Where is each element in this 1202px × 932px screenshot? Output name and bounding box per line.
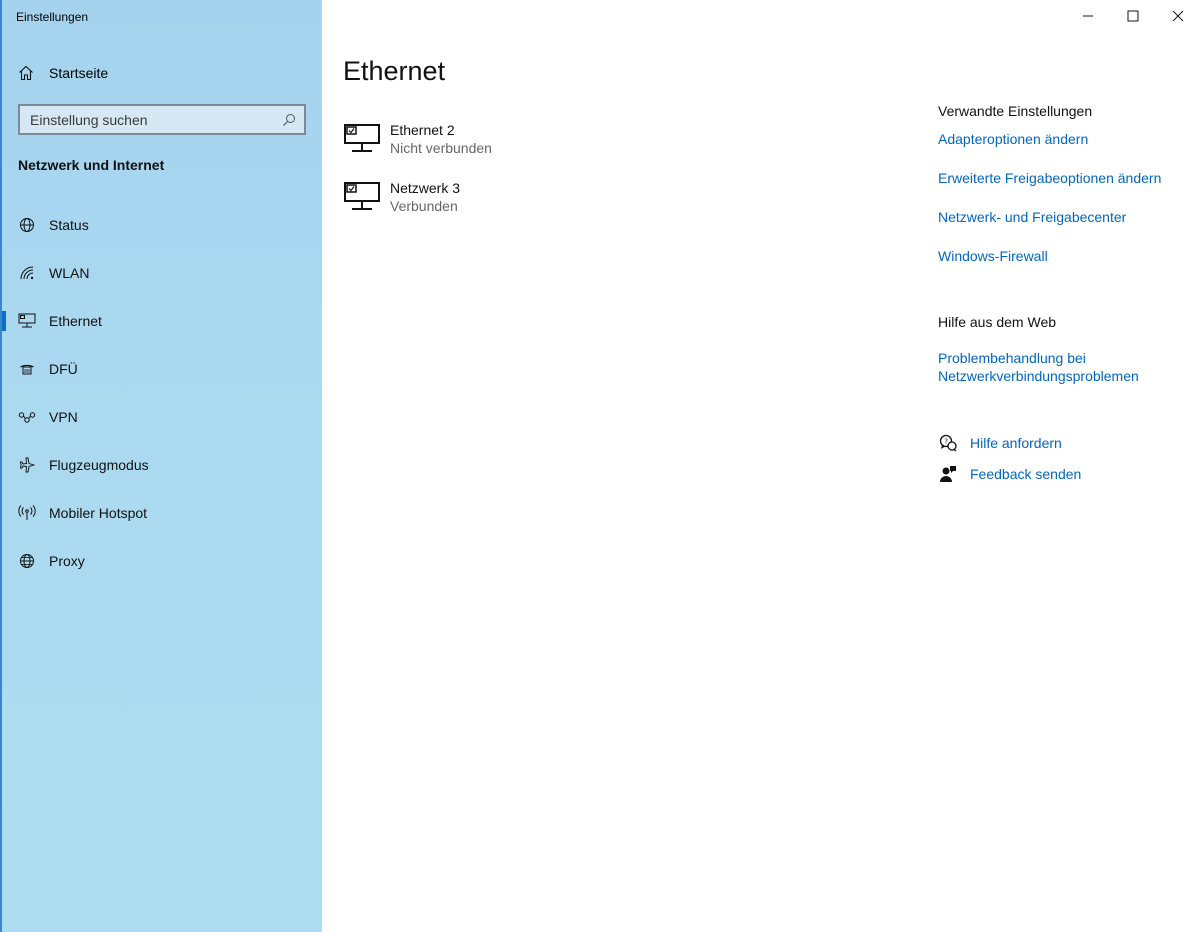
section-title: Netzwerk und Internet — [18, 157, 165, 173]
app-title: Einstellungen — [16, 10, 89, 24]
network-status: Nicht verbunden — [390, 140, 492, 156]
sidebar-item-ethernet[interactable]: Ethernet — [2, 301, 322, 341]
web-help-heading: Hilfe aus dem Web — [938, 314, 1057, 330]
network-item-ethernet-2[interactable]: Ethernet 2 Nicht verbunden — [344, 121, 492, 161]
get-help-label: Hilfe anfordern — [970, 435, 1062, 451]
link-line: Problembehandlung bei — [938, 350, 1086, 366]
network-item-netzwerk-3[interactable]: Netzwerk 3 Verbunden — [344, 179, 460, 219]
chat-help-icon: ? — [938, 433, 958, 453]
ethernet-icon — [18, 312, 36, 330]
sidebar-item-label: Ethernet — [49, 313, 102, 329]
feedback-link[interactable]: Feedback senden — [938, 464, 1081, 484]
network-name: Netzwerk 3 — [390, 180, 461, 196]
search-icon[interactable] — [282, 113, 296, 127]
close-button[interactable] — [1166, 5, 1190, 27]
globe-icon — [18, 552, 36, 570]
maximize-button[interactable] — [1121, 5, 1145, 27]
vpn-icon — [18, 408, 36, 426]
maximize-icon — [1127, 10, 1139, 22]
ethernet-icon — [344, 124, 380, 152]
sidebar-item-status[interactable]: Status — [2, 205, 322, 245]
ethernet-icon — [344, 182, 380, 210]
page-title: Ethernet — [343, 56, 446, 86]
sidebar-item-label: Mobiler Hotspot — [49, 505, 148, 521]
sidebar-item-label: VPN — [49, 409, 78, 425]
search-placeholder: Einstellung suchen — [30, 111, 148, 128]
network-name: Ethernet 2 — [390, 122, 455, 138]
dialup-icon — [18, 360, 36, 378]
link-adapteroptionen[interactable]: Adapteroptionen ändern — [938, 130, 1088, 148]
sidebar-item-label: DFÜ — [49, 361, 78, 377]
wifi-icon — [18, 264, 36, 282]
sidebar-item-label: Proxy — [49, 553, 85, 569]
feedback-icon — [938, 464, 958, 484]
airplane-icon — [18, 456, 36, 474]
minimize-button[interactable] — [1076, 5, 1100, 27]
link-problembehandlung[interactable]: Problembehandlung bei Netzwerkverbindung… — [938, 349, 1139, 385]
link-windows-firewall[interactable]: Windows-Firewall — [938, 247, 1048, 265]
sidebar-item-label: WLAN — [49, 265, 90, 281]
globe-status-icon — [18, 216, 36, 234]
get-help-link[interactable]: ? Hilfe anfordern — [938, 433, 1062, 453]
svg-text:?: ? — [944, 438, 948, 446]
home-icon — [19, 65, 33, 81]
sidebar-item-proxy[interactable]: Proxy — [2, 541, 322, 581]
sidebar-item-mobiler-hotspot[interactable]: Mobiler Hotspot — [2, 493, 322, 533]
search-input[interactable]: Einstellung suchen — [18, 104, 306, 135]
sidebar-item-dfu[interactable]: DFÜ — [2, 349, 322, 389]
sidebar-item-label: Status — [49, 217, 89, 233]
home-link[interactable]: Startseite — [18, 63, 108, 83]
related-settings-heading: Verwandte Einstellungen — [938, 103, 1093, 119]
minimize-icon — [1083, 15, 1093, 17]
home-label: Startseite — [49, 65, 109, 81]
sidebar-item-flugzeugmodus[interactable]: Flugzeugmodus — [2, 445, 322, 485]
sidebar-item-vpn[interactable]: VPN — [2, 397, 322, 437]
sidebar: Einstellungen Startseite Einstellung suc… — [0, 0, 322, 932]
link-freigabeoptionen[interactable]: Erweiterte Freigabeoptionen ändern — [938, 169, 1161, 187]
feedback-label: Feedback senden — [970, 466, 1082, 482]
sidebar-item-wlan[interactable]: WLAN — [2, 253, 322, 293]
network-status: Verbunden — [390, 198, 458, 214]
close-icon — [1172, 10, 1184, 22]
sidebar-item-label: Flugzeugmodus — [49, 457, 149, 473]
link-freigabecenter[interactable]: Netzwerk- und Freigabecenter — [938, 208, 1126, 226]
hotspot-icon — [18, 504, 36, 522]
link-line: Netzwerkverbindungsproblemen — [938, 368, 1139, 384]
